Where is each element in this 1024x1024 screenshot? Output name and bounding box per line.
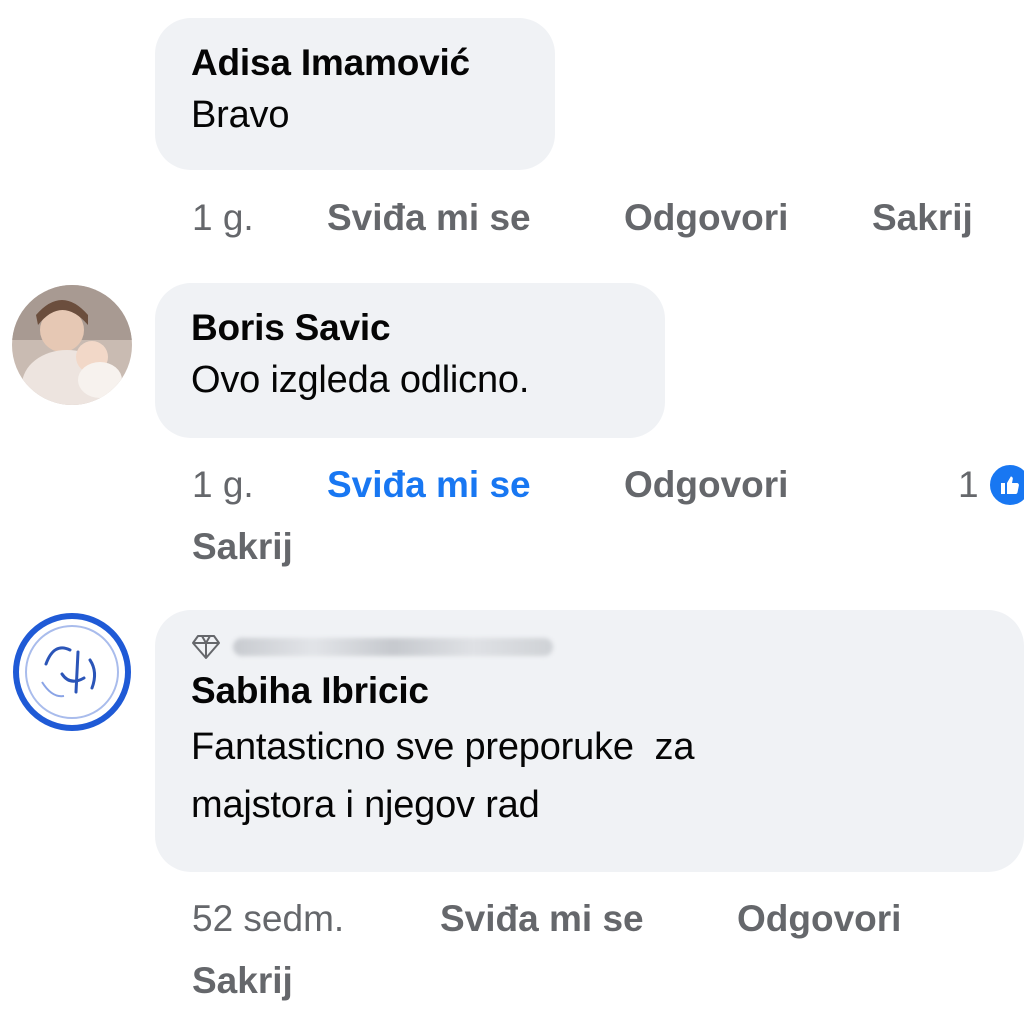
reply-button[interactable]: Odgovori — [624, 462, 788, 508]
reaction-summary[interactable]: 1 — [958, 462, 1024, 508]
diamond-icon — [192, 635, 220, 659]
comment-text-line-1: Fantasticno sve preporuke za — [191, 726, 695, 768]
comment-sabiha: Sabiha Ibricic Fantasticno sve preporuke… — [0, 600, 1024, 1024]
like-button[interactable]: Sviđa mi se — [440, 896, 644, 942]
like-button[interactable]: Sviđa mi se — [327, 195, 531, 241]
comment-text: Ovo izgleda odlicno. — [191, 359, 530, 401]
comment-bubble: Boris Savic Ovo izgleda odlicno. — [155, 283, 665, 438]
comment-actions: 1 g. Sviđa mi se Odgovori Sakrij — [192, 195, 1022, 241]
comment-timestamp[interactable]: 1 g. — [192, 195, 254, 241]
reply-button[interactable]: Odgovori — [737, 896, 901, 942]
comment-bubble: Adisa Imamović Bravo — [155, 18, 555, 170]
avatar[interactable] — [12, 612, 132, 732]
hide-button[interactable]: Sakrij — [192, 524, 293, 570]
comment-text: Bravo — [191, 94, 290, 136]
comment-adisa: Adisa Imamović Bravo 1 g. Sviđa mi se Od… — [0, 0, 1024, 270]
avatar[interactable] — [12, 285, 132, 405]
reaction-count: 1 — [958, 464, 979, 505]
top-fan-badge — [191, 634, 988, 660]
comment-text-line-2: majstora i njegov rad — [191, 784, 540, 826]
comment-actions: 1 g. Sviđa mi se Odgovori Sakrij — [192, 462, 1022, 572]
comment-timestamp[interactable]: 52 sedm. — [192, 896, 344, 942]
hide-button[interactable]: Sakrij — [192, 958, 293, 1004]
comment-author[interactable]: Adisa Imamović — [191, 40, 519, 86]
reply-button[interactable]: Odgovori — [624, 195, 788, 241]
comment-author[interactable]: Sabiha Ibricic — [191, 668, 988, 714]
hide-button[interactable]: Sakrij — [872, 195, 973, 241]
comment-author[interactable]: Boris Savic — [191, 305, 629, 351]
redacted-badge-text — [233, 638, 553, 656]
comment-bubble: Sabiha Ibricic Fantasticno sve preporuke… — [155, 610, 1024, 872]
comment-actions: 52 sedm. Sviđa mi se Odgovori Sakrij — [192, 896, 1022, 1006]
thumbs-up-icon — [986, 462, 1024, 508]
comment-boris: Boris Savic Ovo izgleda odlicno. 1 g. Sv… — [0, 270, 1024, 600]
comment-timestamp[interactable]: 1 g. — [192, 462, 254, 508]
like-button[interactable]: Sviđa mi se — [327, 462, 531, 508]
